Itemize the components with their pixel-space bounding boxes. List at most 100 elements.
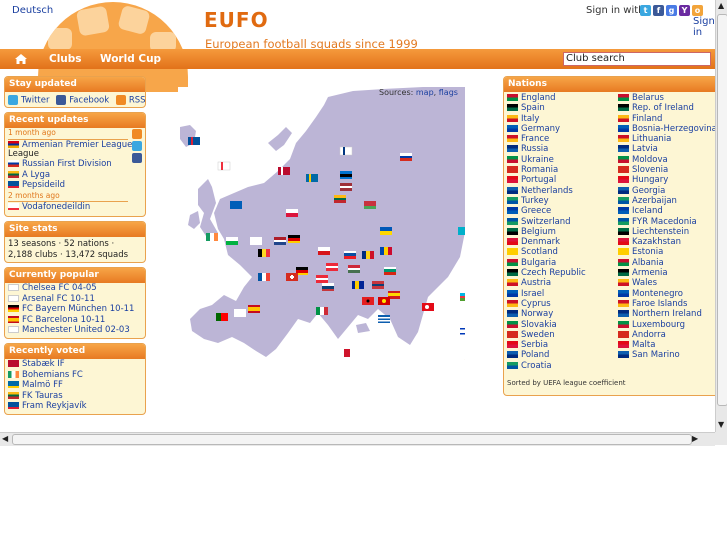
nation-item[interactable]: Israel: [507, 289, 586, 299]
nation-item[interactable]: FYR Macedonia: [618, 217, 715, 227]
list-item[interactable]: Arsenal FC 10-11: [5, 294, 145, 305]
nav-clubs[interactable]: Clubs: [49, 53, 82, 65]
list-item[interactable]: Fram Reykjavík: [5, 401, 145, 412]
facebook-icon[interactable]: [56, 95, 67, 105]
nation-item[interactable]: Serbia: [507, 340, 586, 350]
nation-link[interactable]: Denmark: [521, 237, 560, 247]
facebook-icon[interactable]: f: [653, 5, 664, 16]
nation-link[interactable]: Greece: [521, 206, 551, 216]
horizontal-scrollbar[interactable]: ◀ ▶: [0, 432, 715, 446]
nation-item[interactable]: England: [507, 93, 586, 103]
nation-item[interactable]: Bulgaria: [507, 258, 586, 268]
scroll-left-icon[interactable]: ◀: [2, 434, 8, 443]
nation-link[interactable]: Iceland: [632, 206, 663, 216]
nation-item[interactable]: Bosnia-Herzegovina: [618, 124, 715, 134]
nation-item[interactable]: Russia: [507, 144, 586, 154]
site-logo[interactable]: EUFO: [204, 8, 269, 32]
list-item[interactable]: Russian First Division: [5, 159, 145, 170]
rss-icon[interactable]: [115, 95, 126, 105]
nation-item[interactable]: Czech Republic: [507, 268, 586, 278]
nation-item[interactable]: Cyprus: [507, 299, 586, 309]
scroll-up-icon[interactable]: ▲: [718, 1, 724, 10]
nation-item[interactable]: Liechtenstein: [618, 227, 715, 237]
nation-link[interactable]: Latvia: [632, 144, 658, 154]
nation-link[interactable]: Romania: [521, 165, 558, 175]
nation-link[interactable]: Georgia: [632, 186, 665, 196]
nation-item[interactable]: Germany: [507, 124, 586, 134]
nation-item[interactable]: Ukraine: [507, 155, 586, 165]
nation-item[interactable]: Northern Ireland: [618, 309, 715, 319]
nation-item[interactable]: Hungary: [618, 175, 715, 185]
nation-link[interactable]: Poland: [521, 350, 549, 360]
nation-item[interactable]: Faroe Islands: [618, 299, 715, 309]
list-item[interactable]: Pepsideild: [5, 180, 145, 191]
nation-link[interactable]: France: [521, 134, 549, 144]
nation-link[interactable]: Estonia: [632, 247, 663, 257]
nation-link[interactable]: Armenia: [632, 268, 668, 278]
nation-link[interactable]: Israel: [521, 289, 544, 299]
openid-icon[interactable]: o: [692, 5, 703, 16]
nation-item[interactable]: Austria: [507, 278, 586, 288]
nation-item[interactable]: Switzerland: [507, 217, 586, 227]
club-search-input[interactable]: Club search: [563, 52, 711, 66]
nation-item[interactable]: Armenia: [618, 268, 715, 278]
nation-link[interactable]: Lithuania: [632, 134, 671, 144]
nation-item[interactable]: France: [507, 134, 586, 144]
list-item[interactable]: Manchester United 02-03: [5, 325, 145, 336]
vertical-scrollbar[interactable]: ▲ ▼: [715, 0, 727, 432]
nation-link[interactable]: Andorra: [632, 330, 666, 340]
nation-item[interactable]: Iceland: [618, 206, 715, 216]
nation-link[interactable]: Malta: [632, 340, 655, 350]
nation-item[interactable]: Finland: [618, 114, 715, 124]
home-icon[interactable]: [14, 52, 28, 66]
nation-item[interactable]: Kazakhstan: [618, 237, 715, 247]
nation-link[interactable]: Ukraine: [521, 155, 554, 165]
nation-link[interactable]: Germany: [521, 124, 560, 134]
nation-link[interactable]: Austria: [521, 278, 551, 288]
nation-link[interactable]: Moldova: [632, 155, 668, 165]
nation-link[interactable]: Wales: [632, 278, 657, 288]
list-item[interactable]: FK Tauras: [5, 391, 145, 402]
nation-link[interactable]: Bosnia-Herzegovina: [632, 124, 715, 134]
nation-item[interactable]: Slovenia: [618, 165, 715, 175]
nation-item[interactable]: Andorra: [618, 330, 715, 340]
nation-link[interactable]: Montenegro: [632, 289, 683, 299]
nation-link[interactable]: Norway: [521, 309, 553, 319]
nation-link[interactable]: Bulgaria: [521, 258, 556, 268]
nation-item[interactable]: Greece: [507, 206, 586, 216]
scroll-right-icon[interactable]: ▶: [692, 434, 698, 443]
nation-item[interactable]: Estonia: [618, 247, 715, 257]
nation-item[interactable]: Lithuania: [618, 134, 715, 144]
nation-link[interactable]: Northern Ireland: [632, 309, 702, 319]
list-item[interactable]: Stabæk IF: [5, 359, 145, 370]
nation-link[interactable]: Slovakia: [521, 320, 557, 330]
nation-link[interactable]: Kazakhstan: [632, 237, 681, 247]
nation-item[interactable]: Moldova: [618, 155, 715, 165]
nation-link[interactable]: Faroe Islands: [632, 299, 687, 309]
nation-link[interactable]: Portugal: [521, 175, 556, 185]
flags-source-link[interactable]: flags: [439, 88, 458, 97]
nation-link[interactable]: Netherlands: [521, 186, 573, 196]
yahoo-icon[interactable]: Y: [679, 5, 690, 16]
list-item[interactable]: Chelsea FC 04-05: [5, 283, 145, 294]
nation-link[interactable]: Sweden: [521, 330, 555, 340]
nation-link[interactable]: Spain: [521, 103, 545, 113]
nation-item[interactable]: Netherlands: [507, 186, 586, 196]
nation-link[interactable]: Italy: [521, 114, 539, 124]
nation-link[interactable]: England: [521, 93, 556, 103]
europe-map[interactable]: [178, 87, 465, 360]
nation-link[interactable]: Czech Republic: [521, 268, 586, 278]
scroll-down-icon[interactable]: ▼: [718, 420, 724, 429]
nation-item[interactable]: Norway: [507, 309, 586, 319]
list-item[interactable]: Malmö FF: [5, 380, 145, 391]
rss-link[interactable]: RSS: [129, 96, 145, 106]
nation-item[interactable]: Poland: [507, 350, 586, 360]
nation-link[interactable]: Hungary: [632, 175, 668, 185]
nation-item[interactable]: San Marino: [618, 350, 715, 360]
nation-item[interactable]: Sweden: [507, 330, 586, 340]
rss-icon[interactable]: [132, 129, 142, 139]
horizontal-scroll-thumb[interactable]: [12, 434, 692, 445]
twitter-link[interactable]: Twitter: [21, 96, 50, 106]
nation-item[interactable]: Rep. of Ireland: [618, 103, 715, 113]
twitter-icon[interactable]: t: [640, 5, 651, 16]
